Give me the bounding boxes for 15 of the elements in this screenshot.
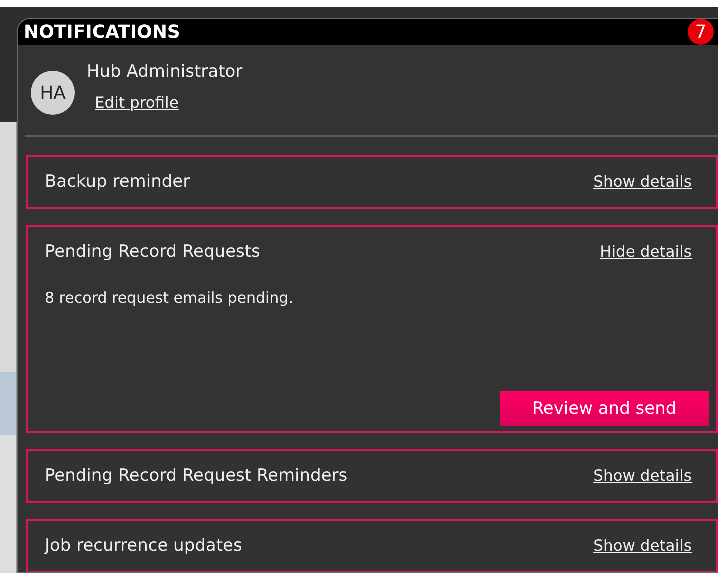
notification-details: 8 record request emails pending. <box>45 289 294 307</box>
review-and-send-button[interactable]: Review and send <box>500 391 709 426</box>
panel-title: NOTIFICATIONS <box>24 22 180 42</box>
count-badge: 7 <box>688 19 714 45</box>
notification-title: Backup reminder <box>45 172 190 192</box>
user-name: Hub Administrator <box>87 62 243 82</box>
details-toggle-link[interactable]: Show details <box>594 173 692 191</box>
notification-title: Pending Record Request Reminders <box>45 466 348 486</box>
details-toggle-link[interactable]: Show details <box>594 537 692 555</box>
avatar: HA <box>31 71 75 115</box>
details-toggle-link[interactable]: Show details <box>594 467 692 485</box>
notification-title: Pending Record Requests <box>45 242 260 262</box>
notification-title: Job recurrence updates <box>45 536 242 556</box>
edit-profile-link[interactable]: Edit profile <box>95 94 179 112</box>
details-toggle-link[interactable]: Hide details <box>600 243 692 261</box>
